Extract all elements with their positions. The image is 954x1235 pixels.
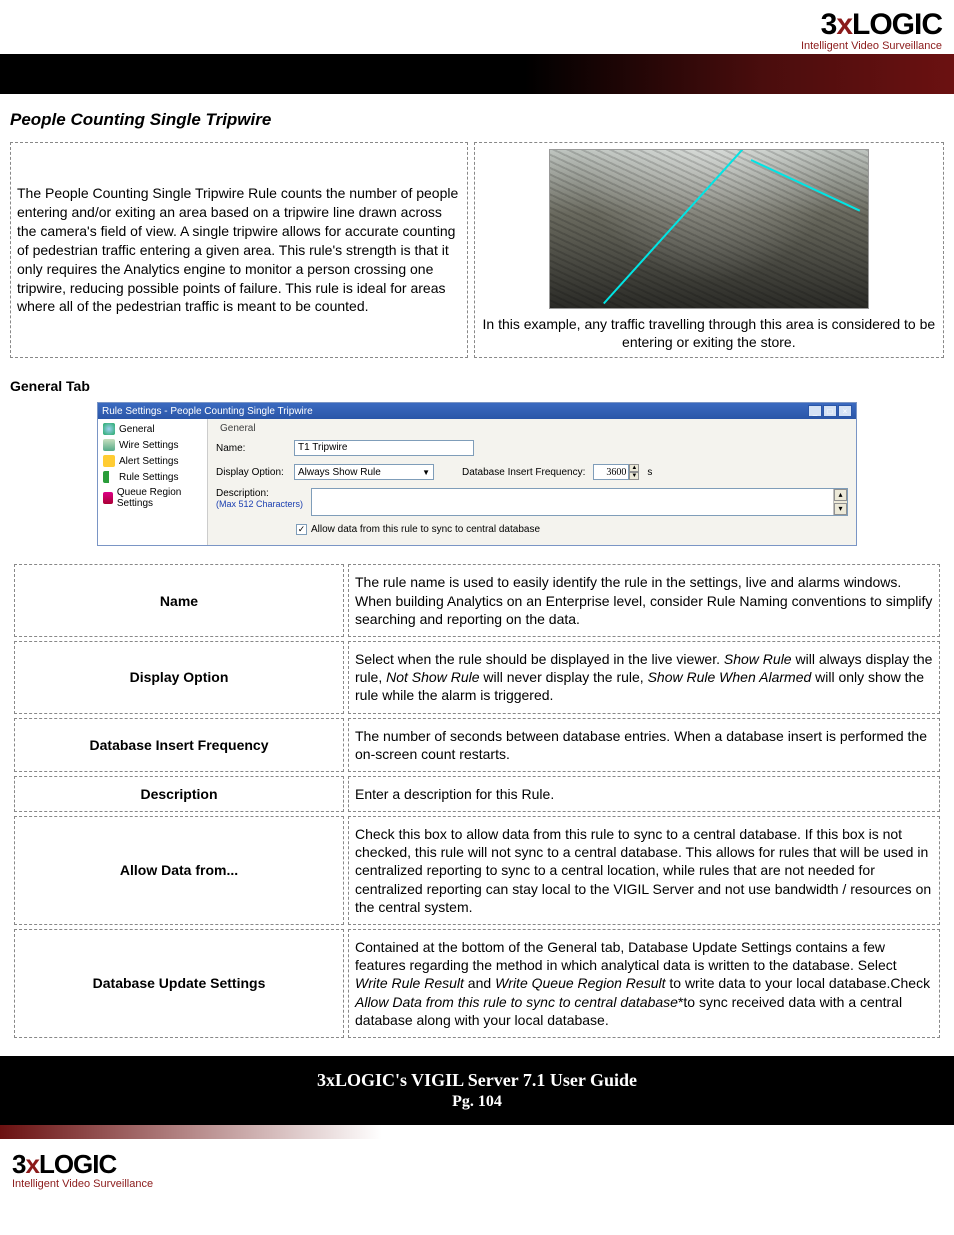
window-titlebar: Rule Settings - People Counting Single T…	[98, 403, 856, 419]
sidebar-item-label: Rule Settings	[119, 472, 178, 483]
row-label: Display Option	[14, 641, 344, 714]
close-button[interactable]: ×	[838, 405, 852, 417]
sidebar-item-wire[interactable]: Wire Settings	[100, 437, 205, 453]
description-textarea[interactable]: ▴▾	[311, 488, 848, 516]
example-caption: In this example, any traffic travelling …	[481, 315, 937, 351]
table-row: Database Insert Frequency The number of …	[14, 718, 940, 772]
spin-up-icon[interactable]: ▲	[629, 464, 639, 472]
display-option-label: Display Option:	[216, 467, 286, 478]
footer-gradient	[0, 1125, 954, 1139]
row-desc: Enter a description for this Rule.	[348, 776, 940, 812]
row-desc: Contained at the bottom of the General t…	[348, 929, 940, 1038]
db-freq-spinner[interactable]: ▲▼	[593, 464, 639, 480]
window-title: Rule Settings - People Counting Single T…	[102, 406, 313, 417]
footer-title: 3xLOGIC's VIGIL Server 7.1 User Guide	[0, 1070, 954, 1091]
globe-icon	[103, 423, 115, 435]
footer-page-number: Pg. 104	[0, 1093, 954, 1111]
allow-sync-label: Allow data from this rule to sync to cen…	[311, 524, 540, 535]
scroll-down-icon[interactable]: ▾	[834, 503, 847, 515]
header-logo: 3xLOGIC Intelligent Video Surveillance	[0, 0, 954, 54]
camera-thumbnail	[549, 149, 869, 309]
rule-settings-window: Rule Settings - People Counting Single T…	[97, 402, 857, 546]
header-banner	[0, 54, 954, 94]
logo: 3xLOGIC	[12, 8, 942, 42]
minimize-button[interactable]: _	[808, 405, 822, 417]
logo-3: 3	[821, 8, 837, 41]
sidebar-item-alert[interactable]: Alert Settings	[100, 453, 205, 469]
db-freq-label: Database Insert Frequency:	[462, 467, 585, 478]
example-box: In this example, any traffic travelling …	[474, 142, 944, 358]
section-title: People Counting Single Tripwire	[10, 110, 944, 130]
intro-text: The People Counting Single Tripwire Rule…	[10, 142, 468, 358]
footer-bar: 3xLOGIC's VIGIL Server 7.1 User Guide Pg…	[0, 1056, 954, 1125]
sidebar-item-label: Alert Settings	[119, 456, 178, 467]
row-label: Database Insert Frequency	[14, 718, 344, 772]
table-row: Database Update Settings Contained at th…	[14, 929, 940, 1038]
logo-logic: LOGIC	[852, 8, 942, 41]
description-label: Description:	[216, 488, 286, 499]
row-desc: Check this box to allow data from this r…	[348, 816, 940, 925]
sidebar-item-general[interactable]: General	[100, 421, 205, 437]
table-row: Description Enter a description for this…	[14, 776, 940, 812]
logo-tagline: Intelligent Video Surveillance	[12, 40, 942, 52]
wire-icon	[103, 439, 115, 451]
scroll-up-icon[interactable]: ▴	[834, 489, 847, 501]
row-label: Name	[14, 564, 344, 637]
group-label: General	[216, 423, 848, 434]
sidebar-item-label: Queue Region Settings	[117, 487, 202, 509]
row-label: Database Update Settings	[14, 929, 344, 1038]
chevron-down-icon: ▼	[422, 468, 430, 477]
general-tab-heading: General Tab	[10, 378, 944, 394]
name-label: Name:	[216, 443, 286, 454]
table-row: Display Option Select when the rule shou…	[14, 641, 940, 714]
sidebar-item-rule[interactable]: Rule Settings	[100, 469, 205, 485]
table-row: Allow Data from... Check this box to all…	[14, 816, 940, 925]
row-label: Description	[14, 776, 344, 812]
queue-icon	[103, 492, 113, 504]
row-desc: The number of seconds between database e…	[348, 718, 940, 772]
general-panel: General Name: T1 Tripwire Display Option…	[208, 419, 856, 545]
sidebar-item-queue[interactable]: Queue Region Settings	[100, 485, 205, 511]
field-description-table: Name The rule name is used to easily ide…	[10, 560, 944, 1042]
allow-sync-checkbox[interactable]: ✓	[296, 524, 307, 535]
flag-icon	[103, 471, 115, 483]
db-freq-unit: s	[647, 467, 652, 478]
footer-logo: 3xLOGIC Intelligent Video Surveillance	[0, 1139, 954, 1200]
sidebar-item-label: Wire Settings	[119, 440, 178, 451]
tripwire-line-icon	[750, 159, 860, 212]
row-label: Allow Data from...	[14, 816, 344, 925]
select-value: Always Show Rule	[298, 467, 381, 478]
spin-down-icon[interactable]: ▼	[629, 472, 639, 480]
table-row: Name The rule name is used to easily ide…	[14, 564, 940, 637]
row-desc: Select when the rule should be displayed…	[348, 641, 940, 714]
row-desc: The rule name is used to easily identify…	[348, 564, 940, 637]
alert-icon	[103, 455, 115, 467]
logo-x: x	[836, 8, 852, 41]
sidebar-item-label: General	[119, 424, 155, 435]
tripwire-line-icon	[603, 149, 752, 304]
settings-sidebar: General Wire Settings Alert Settings Rul…	[98, 419, 208, 545]
db-freq-input[interactable]	[593, 464, 629, 480]
maximize-button[interactable]: □	[823, 405, 837, 417]
display-option-select[interactable]: Always Show Rule ▼	[294, 464, 434, 480]
max-chars-label: (Max 512 Characters)	[216, 499, 303, 509]
name-input[interactable]: T1 Tripwire	[294, 440, 474, 456]
